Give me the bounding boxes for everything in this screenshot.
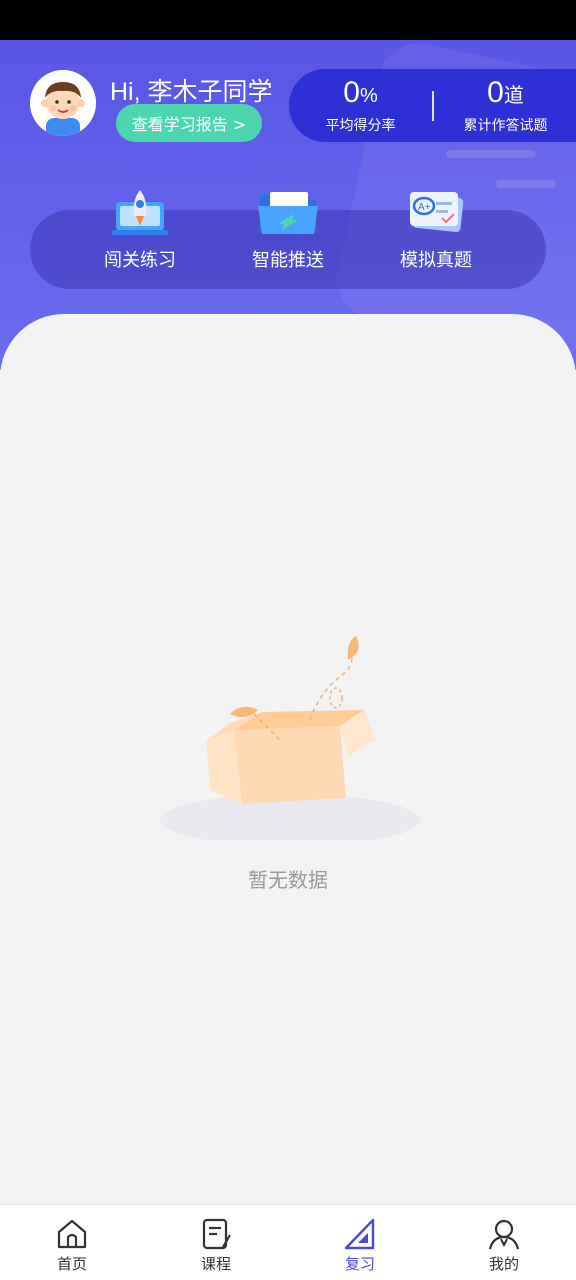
total-questions-unit: 道 <box>503 85 524 107</box>
total-questions-stat[interactable]: 0道 累计作答试题 <box>434 76 576 135</box>
total-questions-value: 0 <box>487 76 504 109</box>
empty-box-icon <box>150 630 430 846</box>
tab-home[interactable]: 首页 <box>22 1217 122 1274</box>
avg-score-value: 0 <box>343 76 360 109</box>
course-icon <box>199 1217 233 1251</box>
status-bar <box>0 0 576 40</box>
bottom-tab-bar: 首页 课程 复习 我的 <box>0 1204 576 1280</box>
avg-score-label: 平均得分率 <box>325 118 396 134</box>
avg-score-stat[interactable]: 0% 平均得分率 <box>289 76 432 135</box>
rocket-laptop-icon <box>108 184 172 238</box>
avg-score-unit: % <box>359 85 378 107</box>
menu-item-mock-exam[interactable]: A+ 模拟真题 <box>376 184 496 272</box>
svg-text:A+: A+ <box>418 202 431 213</box>
menu-item-challenge-practice[interactable]: 闯关练习 <box>80 184 200 272</box>
tab-label: 首页 <box>56 1255 87 1273</box>
greeting-text: Hi, 李木子同学 <box>110 78 273 106</box>
menu-label: 闯关练习 <box>104 250 176 271</box>
review-icon <box>343 1217 377 1251</box>
stats-panel: 0% 平均得分率 0道 累计作答试题 <box>289 69 576 142</box>
tab-profile[interactable]: 我的 <box>454 1217 554 1274</box>
tab-label: 复习 <box>344 1255 375 1273</box>
home-icon <box>55 1217 89 1251</box>
tab-label: 课程 <box>200 1255 231 1273</box>
menu-item-smart-push[interactable]: 智能推送 <box>228 184 348 272</box>
total-questions-label: 累计作答试题 <box>463 118 548 134</box>
tab-review[interactable]: 复习 <box>310 1217 410 1274</box>
exam-paper-icon: A+ <box>404 184 468 238</box>
tab-label: 我的 <box>488 1255 519 1273</box>
folder-push-icon <box>256 184 320 238</box>
empty-state-text: 暂无数据 <box>248 868 328 892</box>
tab-course[interactable]: 课程 <box>166 1217 266 1274</box>
menu-label: 模拟真题 <box>400 250 472 271</box>
avatar[interactable] <box>30 70 96 136</box>
profile-icon <box>487 1217 521 1251</box>
view-report-button[interactable]: 查看学习报告 > <box>116 104 262 142</box>
menu-label: 智能推送 <box>252 250 324 271</box>
